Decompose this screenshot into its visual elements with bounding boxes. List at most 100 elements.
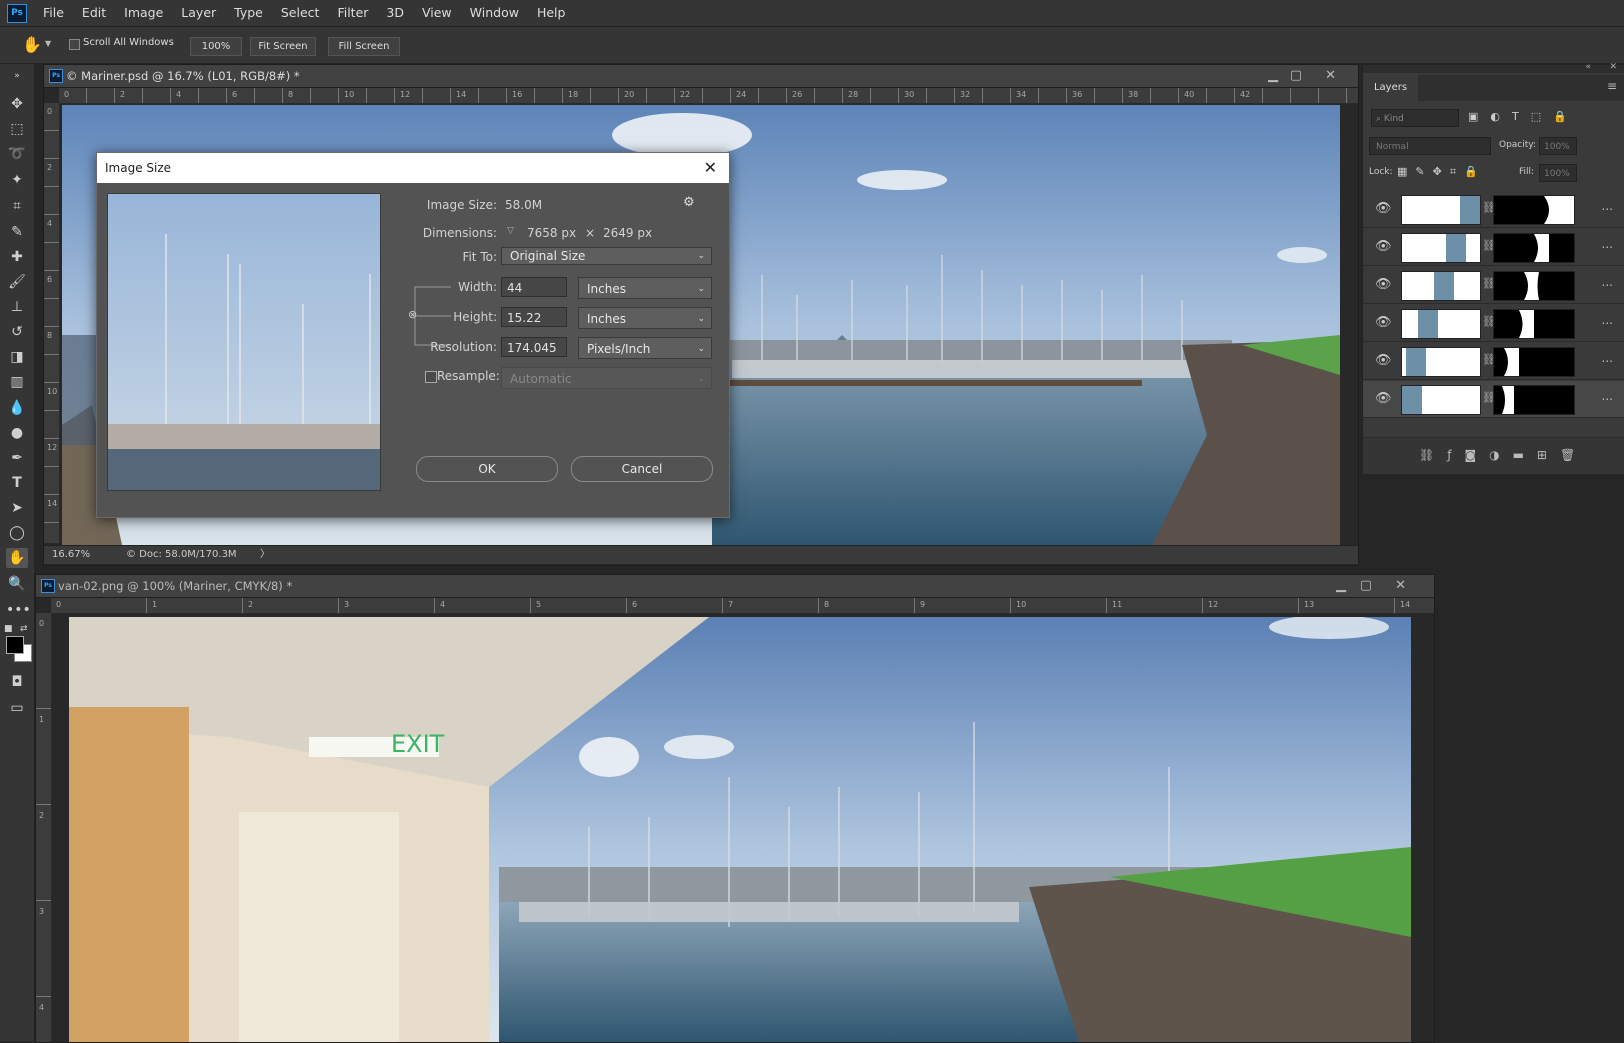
close-panel-icon[interactable]: ✕: [1609, 62, 1617, 72]
menu-help[interactable]: Help: [528, 0, 575, 26]
crop-tool-icon[interactable]: ⌗: [6, 196, 28, 216]
close-icon[interactable]: ✕: [1395, 575, 1406, 597]
close-icon[interactable]: ✕: [1325, 65, 1336, 87]
fit-to-select[interactable]: Original Size ⌄: [501, 247, 712, 265]
menu-view[interactable]: View: [413, 0, 461, 26]
zoom-tool-icon[interactable]: 🔍: [6, 574, 28, 594]
screen-mode-icon[interactable]: ▭: [6, 698, 28, 718]
layer-row[interactable]: 👁 ⛓...: [1363, 305, 1624, 342]
maximize-icon[interactable]: ▢: [1360, 575, 1372, 597]
eyedropper-tool-icon[interactable]: ✎: [6, 222, 28, 242]
width-unit-select[interactable]: Inches ⌄: [578, 277, 712, 299]
height-unit-select[interactable]: Inches ⌄: [578, 307, 712, 329]
resample-checkbox[interactable]: [425, 371, 437, 383]
resolution-input[interactable]: 174.045: [501, 337, 567, 357]
layer-filter-icons[interactable]: ▣◐T⬚🔒: [1468, 110, 1579, 123]
layer-thumbnail[interactable]: [1401, 195, 1481, 225]
minimize-icon[interactable]: ▁: [1268, 65, 1278, 87]
layer-thumbnail[interactable]: [1401, 233, 1481, 263]
collapse-icon[interactable]: »: [6, 66, 28, 86]
fill-input[interactable]: 100%: [1539, 164, 1577, 182]
resample-select[interactable]: Automatic ⌄: [501, 367, 712, 389]
height-input[interactable]: 15.22: [501, 307, 567, 327]
menu-filter[interactable]: Filter: [328, 0, 377, 26]
maximize-icon[interactable]: ▢: [1290, 65, 1302, 87]
layer-mask-thumbnail[interactable]: [1493, 385, 1575, 415]
filter-kind-select[interactable]: ⌕ Kind: [1371, 109, 1459, 127]
layer-mask-thumbnail[interactable]: [1493, 347, 1575, 377]
menu-window[interactable]: Window: [461, 0, 528, 26]
canvas-hallway-composite[interactable]: EXIT: [69, 617, 1411, 1042]
brush-tool-icon[interactable]: 🖌: [6, 272, 28, 292]
menu-layer[interactable]: Layer: [172, 0, 225, 26]
minimize-icon[interactable]: ▁: [1336, 575, 1346, 597]
visibility-eye-icon[interactable]: 👁: [1375, 277, 1392, 293]
blur-tool-icon[interactable]: 💧: [6, 398, 28, 418]
healing-brush-tool-icon[interactable]: ✚: [6, 247, 28, 267]
layer-action-icons[interactable]: ⛓ƒ◙◑▬⊞🗑: [1419, 448, 1588, 462]
layer-more-icon[interactable]: ...: [1602, 389, 1613, 403]
visibility-eye-icon[interactable]: 👁: [1375, 239, 1392, 255]
history-brush-tool-icon[interactable]: ↺: [6, 322, 28, 342]
lock-icons[interactable]: ▦✎✥⌗🔒: [1397, 165, 1486, 179]
magic-wand-tool-icon[interactable]: ✦: [6, 170, 28, 190]
path-selection-tool-icon[interactable]: ➤: [6, 498, 28, 518]
zoom-100-button[interactable]: 100%: [190, 37, 242, 56]
fill-screen-button[interactable]: Fill Screen: [328, 37, 400, 56]
clone-stamp-tool-icon[interactable]: ⊥: [6, 297, 28, 317]
layer-row[interactable]: 👁 ⛓...: [1363, 229, 1624, 266]
layer-more-icon[interactable]: ...: [1602, 313, 1613, 327]
dialog-title-bar[interactable]: Image Size ✕: [97, 153, 729, 183]
resolution-unit-select[interactable]: Pixels/Inch ⌄: [578, 337, 712, 359]
cancel-button[interactable]: Cancel: [571, 456, 713, 482]
marquee-tool-icon[interactable]: ⬚: [6, 119, 28, 139]
layer-mask-thumbnail[interactable]: [1493, 309, 1575, 339]
dodge-tool-icon[interactable]: ●: [6, 423, 28, 443]
layer-row[interactable]: 👁 ⛓...: [1363, 267, 1624, 304]
menu-type[interactable]: Type: [225, 0, 272, 26]
menu-image[interactable]: Image: [115, 0, 172, 26]
chevron-down-icon[interactable]: ▼: [45, 39, 51, 48]
layer-mask-thumbnail[interactable]: [1493, 271, 1575, 301]
layer-mask-thumbnail[interactable]: [1493, 233, 1575, 263]
layer-row[interactable]: 👁 ⛓...: [1363, 191, 1624, 228]
layer-mask-thumbnail[interactable]: [1493, 195, 1575, 225]
ok-button[interactable]: OK: [416, 456, 558, 482]
ellipse-tool-icon[interactable]: ◯: [6, 523, 28, 543]
menu-file[interactable]: File: [34, 0, 73, 26]
hand-tool-active-icon[interactable]: ✋: [6, 548, 28, 568]
scroll-all-windows-checkbox[interactable]: [69, 39, 80, 50]
layer-more-icon[interactable]: ...: [1602, 351, 1613, 365]
menu-3d[interactable]: 3D: [377, 0, 413, 26]
visibility-eye-icon[interactable]: 👁: [1375, 315, 1392, 331]
tab-layers[interactable]: Layers: [1363, 75, 1418, 101]
menu-select[interactable]: Select: [272, 0, 329, 26]
visibility-eye-icon[interactable]: 👁: [1375, 201, 1392, 217]
layer-row[interactable]: 👁 ⛓...: [1363, 343, 1624, 380]
opacity-input[interactable]: 100%: [1539, 137, 1577, 155]
status-menu-icon[interactable]: 〉: [260, 546, 270, 564]
document-tab-mariner[interactable]: Ps © Mariner.psd @ 16.7% (L01, RGB/8#) *…: [44, 65, 1358, 88]
menu-edit[interactable]: Edit: [73, 0, 115, 26]
layer-thumbnail[interactable]: [1401, 385, 1481, 415]
layer-more-icon[interactable]: ...: [1602, 275, 1613, 289]
fit-screen-button[interactable]: Fit Screen: [250, 37, 316, 56]
layer-thumbnail[interactable]: [1401, 309, 1481, 339]
type-tool-icon[interactable]: T: [6, 473, 28, 493]
close-icon[interactable]: ✕: [704, 158, 717, 177]
move-tool-icon[interactable]: ✥: [6, 94, 28, 114]
visibility-eye-icon[interactable]: 👁: [1375, 391, 1392, 407]
more-tools-icon[interactable]: •••: [6, 600, 31, 620]
blend-mode-select[interactable]: Normal: [1369, 137, 1491, 155]
quick-mask-icon[interactable]: ◘: [6, 672, 28, 692]
layer-thumbnail[interactable]: [1401, 347, 1481, 377]
panel-menu-icon[interactable]: ≡: [1607, 79, 1617, 93]
layer-row[interactable]: 👁 ⛓...: [1363, 381, 1624, 418]
lasso-tool-icon[interactable]: ➰: [6, 144, 28, 164]
document-tab-van-02[interactable]: Ps van-02.png @ 100% (Mariner, CMYK/8) *…: [36, 575, 1434, 598]
visibility-eye-icon[interactable]: 👁: [1375, 353, 1392, 369]
default-colors-icon[interactable]: ■: [4, 624, 13, 634]
pen-tool-icon[interactable]: ✒: [6, 448, 28, 468]
foreground-color-swatch[interactable]: [6, 636, 24, 654]
zoom-level[interactable]: 16.67%: [52, 546, 90, 564]
